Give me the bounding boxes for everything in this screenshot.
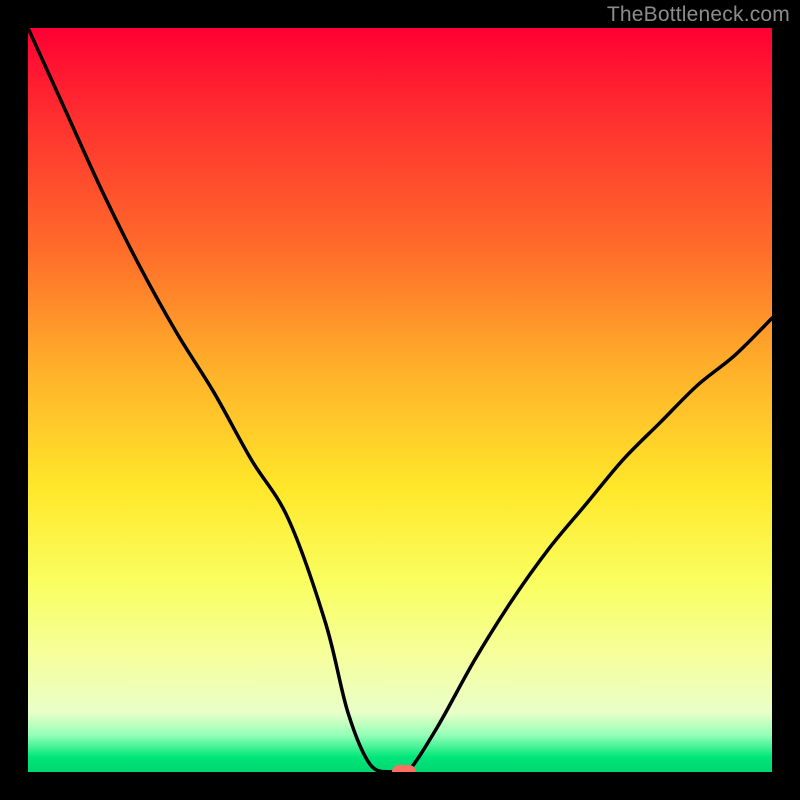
watermark-text: TheBottleneck.com: [607, 3, 790, 27]
chart-frame: TheBottleneck.com: [0, 0, 800, 800]
plot-area: [28, 28, 772, 772]
optimal-point-marker: [392, 765, 416, 772]
bottleneck-curve: [28, 28, 772, 772]
